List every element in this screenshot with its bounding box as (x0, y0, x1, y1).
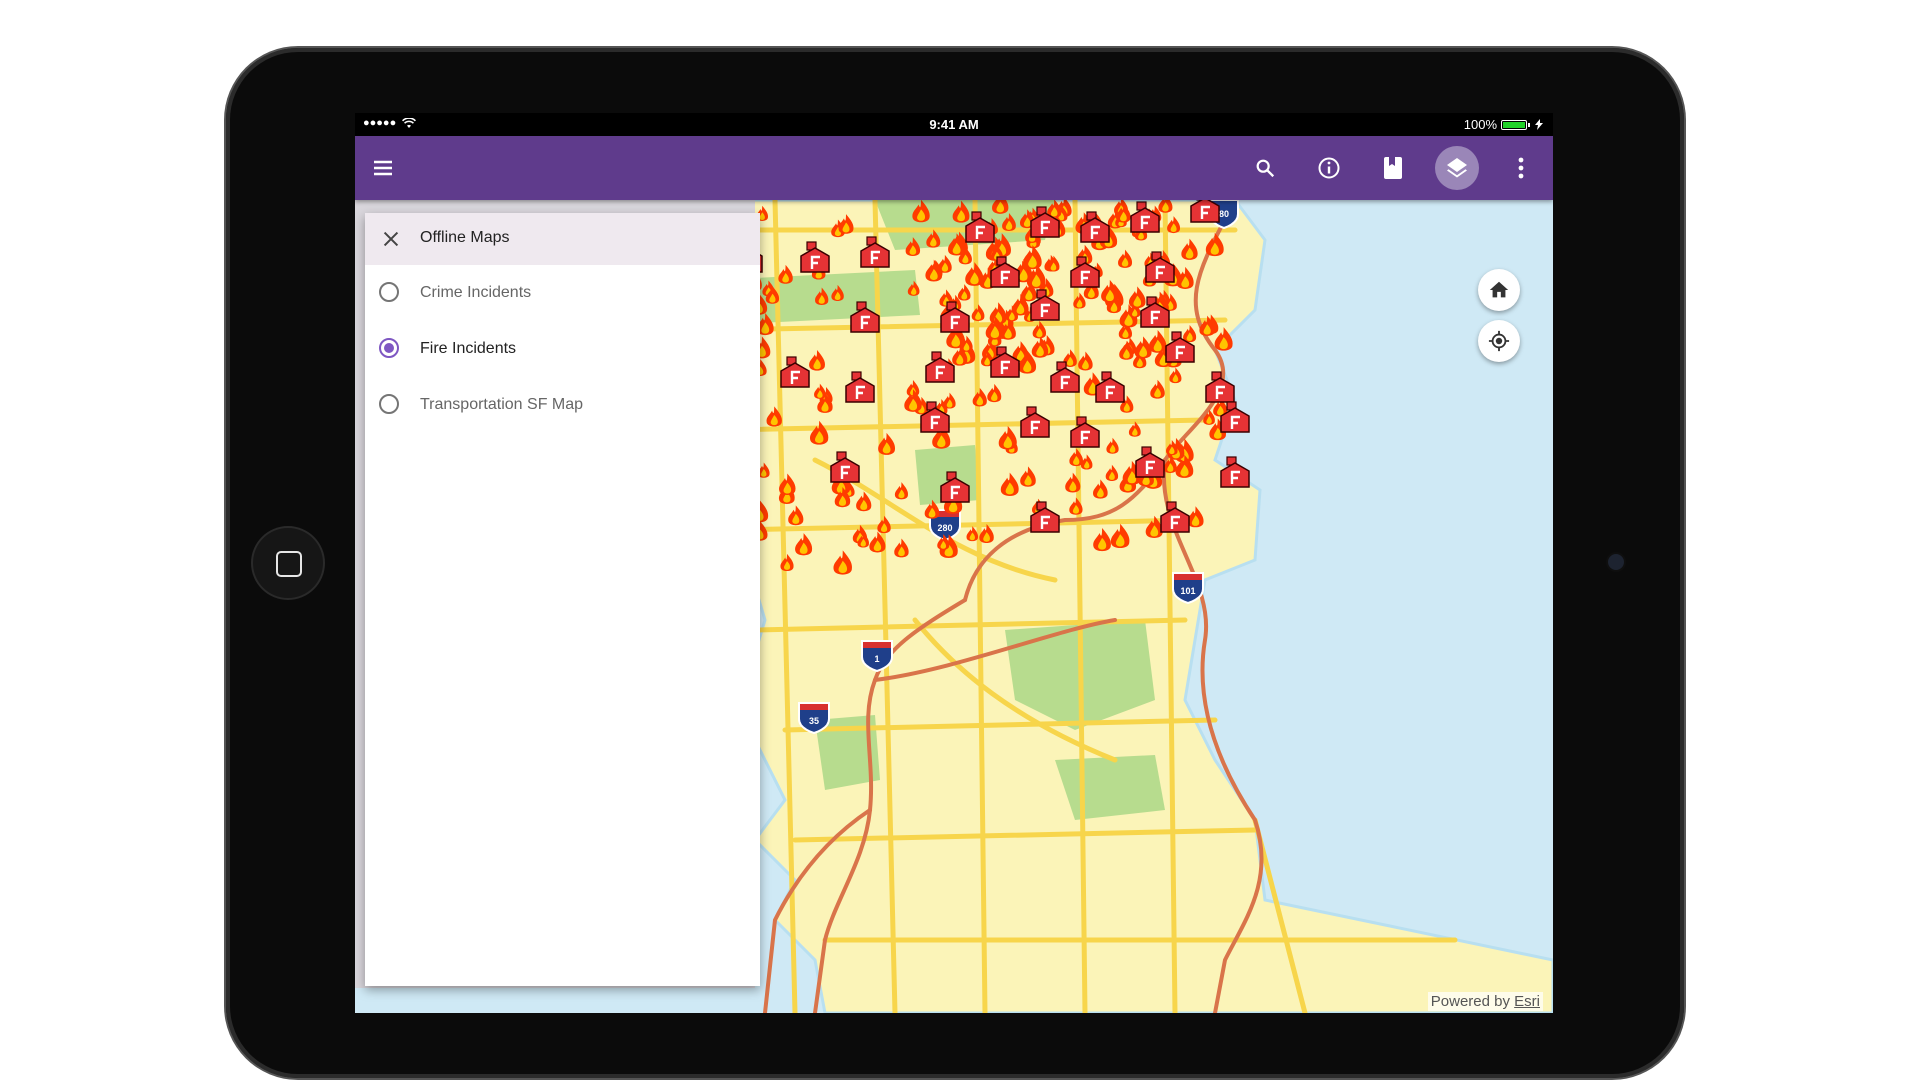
highway-shield-101: 101 (1172, 572, 1204, 605)
battery-icon (1501, 119, 1530, 130)
radio-crime-incidents[interactable] (379, 282, 399, 302)
info-icon (1318, 157, 1340, 179)
app-bar (355, 136, 1553, 200)
layers-drawer: Offline Maps Crime Incidents Fire Incide… (365, 213, 760, 986)
layer-item-crime-incidents[interactable]: Crime Incidents (365, 265, 760, 321)
shield-label-35: 35 (809, 716, 819, 726)
layer-item-fire-incidents[interactable]: Fire Incidents (365, 321, 760, 377)
charging-bolt-icon (1535, 119, 1543, 130)
shield-label-101: 101 (1180, 586, 1195, 596)
hamburger-menu-icon[interactable] (371, 156, 395, 180)
bookmarks-button[interactable] (1361, 136, 1425, 200)
bookmark-icon (1384, 157, 1402, 179)
layer-label-fire-incidents: Fire Incidents (420, 340, 517, 357)
layers-icon (1447, 158, 1467, 178)
highway-shield-1: 1 (861, 640, 893, 673)
layer-item-transportation-sf-map[interactable]: Transportation SF Map (365, 377, 760, 433)
drawer-header: Offline Maps (365, 213, 760, 265)
shield-label-1: 1 (874, 654, 879, 664)
radio-transportation-sf-map[interactable] (379, 394, 399, 414)
device-screen: ●●●●● 9:41 AM 100% 80 280 101 1 35 Power… (355, 113, 1553, 1013)
layer-label-transportation-sf-map: Transportation SF Map (420, 396, 584, 413)
my-location-button[interactable] (1478, 320, 1520, 362)
battery-percent: 100% (1463, 117, 1497, 132)
info-button[interactable] (1297, 136, 1361, 200)
status-bar: ●●●●● 9:41 AM 100% (355, 113, 1553, 136)
shield-label-280: 280 (937, 523, 952, 533)
fire-incident-icon[interactable] (992, 192, 1009, 214)
my-location-icon (1488, 330, 1510, 352)
home-extent-button[interactable] (1478, 269, 1520, 311)
status-time: 9:41 AM (929, 117, 979, 132)
drawer-title: Offline Maps (420, 229, 510, 246)
attribution-prefix: Powered by (1430, 993, 1510, 1010)
map-attribution: Powered by Esri (1427, 992, 1543, 1011)
layer-label-crime-incidents: Crime Incidents (420, 284, 532, 301)
search-icon (1256, 159, 1275, 178)
home-icon (1489, 281, 1509, 298)
fire-station-icon[interactable] (1190, 191, 1220, 223)
more-options-button[interactable] (1489, 136, 1553, 200)
close-icon[interactable] (380, 228, 402, 250)
home-button-square-icon (276, 551, 302, 577)
radio-fire-incidents[interactable] (379, 338, 399, 358)
more-vert-icon (1518, 157, 1524, 179)
front-camera (1608, 554, 1624, 570)
ipad-home-button[interactable] (253, 528, 323, 598)
shield-label-80: 80 (1219, 209, 1229, 219)
esri-link[interactable]: Esri (1514, 993, 1540, 1010)
search-button[interactable] (1233, 136, 1297, 200)
highway-shield-35: 35 (798, 702, 830, 735)
layers-button[interactable] (1425, 136, 1489, 200)
